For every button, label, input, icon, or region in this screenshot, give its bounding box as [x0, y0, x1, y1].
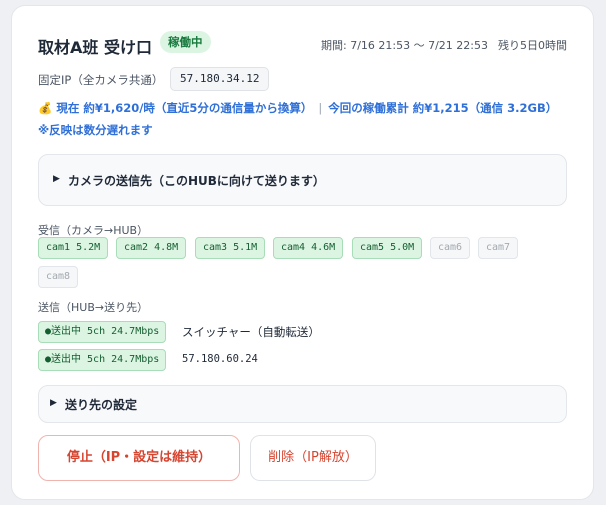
receive-section-label: 受信（カメラ→HUB）	[38, 224, 149, 237]
delete-button[interactable]: 削除（IP解放）	[250, 435, 376, 481]
output-target: スイッチャー（自動転送）	[182, 325, 320, 339]
camera-chip: cam3 5.1M	[195, 237, 266, 259]
remaining-time: 残り5日0時間	[498, 39, 567, 52]
expand-triangle-icon: ▶	[53, 174, 60, 184]
send-section-label: 送信（HUB→送り先）	[38, 301, 149, 314]
camera-chip: cam6	[430, 237, 471, 259]
camera-destination-label: カメラの送信先（このHUBに向けて送ります）	[68, 174, 325, 188]
output-status-badge: ●送出中 5ch 24.7Mbps	[38, 321, 167, 343]
camera-chip: cam2 4.8M	[116, 237, 187, 259]
output-status-badge: ●送出中 5ch 24.7Mbps	[38, 349, 167, 371]
destination-settings-label: 送り先の設定	[65, 398, 138, 412]
fixed-ip-label: 固定IP（全カメラ共通）	[38, 73, 164, 87]
status-badge: 稼働中	[160, 31, 211, 53]
hub-card: 取材A班 受け口 稼働中 期間: 7/16 21:53 〜 7/21 22:53…	[11, 5, 594, 500]
output-target: 57.180.60.24	[182, 353, 258, 365]
fixed-ip-value[interactable]: 57.180.34.12	[170, 67, 270, 91]
usage-summary: 💰 現在 約¥1,620/時（直近5分の通信量から換算） | 今回の稼働累計 約¥1,…	[38, 98, 557, 118]
card-header: 取材A班 受け口 稼働中 期間: 7/16 21:53 〜 7/21 22:53…	[38, 31, 567, 57]
usage-total: 今回の稼働累計 約¥1,215（通信 3.2GB）	[328, 101, 558, 115]
camera-chip: cam8	[38, 266, 79, 288]
camera-destination-panel[interactable]: ▶ カメラの送信先（このHUBに向けて送ります）	[38, 154, 567, 206]
usage-delay-note: ※反映は数分遅れます	[38, 123, 153, 137]
period-info: 期間: 7/16 21:53 〜 7/21 22:53 残り5日0時間	[321, 37, 567, 53]
camera-chip: cam5 5.0M	[352, 237, 423, 259]
period-range: 期間: 7/16 21:53 〜 7/21 22:53	[321, 39, 488, 52]
hub-title: 取材A班 受け口	[38, 38, 152, 57]
destination-settings-panel[interactable]: ▶ 送り先の設定	[38, 385, 567, 423]
expand-triangle-icon: ▶	[50, 398, 57, 408]
stop-button[interactable]: 停止（IP・設定は維持）	[38, 435, 240, 481]
camera-chip: cam1 5.2M	[38, 237, 109, 259]
camera-chip: cam7	[478, 237, 519, 259]
money-bag-icon: 💰	[38, 101, 53, 115]
usage-separator: |	[318, 101, 323, 115]
usage-current: 現在 約¥1,620/時（直近5分の通信量から換算）	[56, 101, 313, 115]
camera-chip: cam4 4.6M	[273, 237, 344, 259]
